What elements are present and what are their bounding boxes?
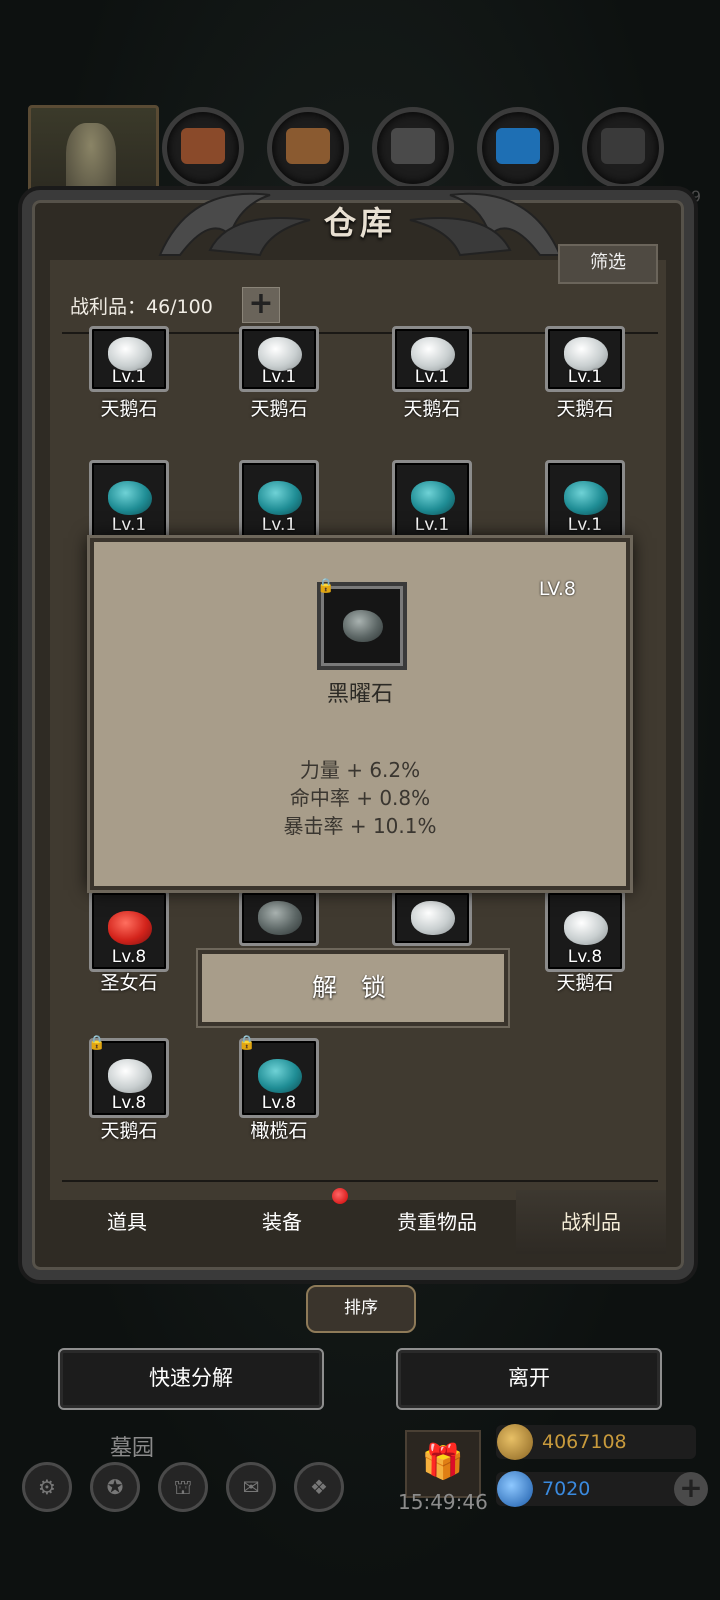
gift-box-icon[interactable]: 🎁	[405, 1430, 481, 1498]
item-name: 天鹅石	[100, 398, 158, 420]
item-preview: 🔒	[317, 578, 407, 670]
mail-icon[interactable]: ✉	[226, 1462, 276, 1512]
divider	[62, 1180, 658, 1182]
add-gems-button[interactable]: +	[674, 1472, 708, 1506]
stat-line: 命中率 + 0.8%	[289, 786, 431, 810]
gold-icon	[497, 1424, 533, 1460]
lock-icon: 🔒	[238, 1035, 256, 1051]
item-slot[interactable]	[392, 890, 472, 946]
tab-props[interactable]: 道具	[52, 1190, 202, 1254]
item-name: 天鹅石	[100, 1120, 158, 1142]
ore-icon[interactable]	[582, 107, 664, 189]
gold-amount: 4067108	[542, 1431, 627, 1453]
area-name: 墓园	[110, 1436, 155, 1461]
item-slot[interactable]: Lv.1	[545, 460, 625, 540]
map-icon[interactable]: ❖	[294, 1462, 344, 1512]
item-slot[interactable]: Lv.1	[89, 326, 169, 392]
item-slot[interactable]: Lv.1	[392, 326, 472, 392]
filter-button[interactable]: 筛选	[558, 244, 658, 284]
item-detail-popup: LV.8 🔒 黑曜石 力量 + 6.2% 命中率 + 0.8% 暴击率 + 10…	[90, 538, 630, 890]
notification-dot	[332, 1188, 348, 1204]
item-slot[interactable]: 🔒 Lv.8	[88, 1035, 169, 1118]
sort-button[interactable]: 排序	[306, 1285, 416, 1333]
item-name: 天鹅石	[556, 972, 614, 994]
lock-icon: 🔒	[317, 578, 335, 594]
item-name: 天鹅石	[250, 398, 308, 420]
stat-line: 力量 + 6.2%	[299, 758, 421, 782]
item-slot[interactable]: Lv.8	[89, 890, 169, 972]
gate-icon[interactable]: ⛫	[158, 1462, 208, 1512]
item-name: 橄榄石	[250, 1120, 308, 1142]
item-level: LV.8	[538, 578, 576, 600]
unlock-button[interactable]: 解 锁	[198, 950, 508, 1026]
item-title: 黑曜石	[326, 682, 393, 707]
item-slot[interactable]: Lv.1	[545, 326, 625, 392]
item-name: 圣女石	[100, 972, 158, 994]
stat-line: 暴击率 + 10.1%	[283, 814, 437, 838]
item-name: 天鹅石	[556, 398, 614, 420]
item-slot[interactable]: Lv.8	[545, 890, 625, 972]
settings-icon[interactable]: ⚙	[22, 1462, 72, 1512]
tab-valuables[interactable]: 贵重物品	[362, 1190, 512, 1254]
item-slot[interactable]: 🔒 Lv.8	[238, 1035, 319, 1118]
category-tabs: 道具 装备 贵重物品 战利品	[52, 1190, 666, 1254]
item-slot[interactable]: Lv.1	[89, 460, 169, 540]
item-slot[interactable]: Lv.1	[392, 460, 472, 540]
angel-statue-icon	[66, 123, 116, 198]
achievement-icon[interactable]: ✪	[90, 1462, 140, 1512]
item-slot[interactable]: Lv.1	[239, 326, 319, 392]
countdown-timer: 15:49:46	[398, 1490, 488, 1514]
leave-button[interactable]: 离开	[396, 1348, 662, 1410]
expand-capacity-button[interactable]: +	[242, 287, 280, 323]
lock-icon: 🔒	[88, 1035, 106, 1051]
item-slot[interactable]	[239, 890, 319, 946]
tab-loot[interactable]: 战利品	[516, 1190, 666, 1254]
item-slot[interactable]: Lv.1	[239, 460, 319, 540]
gem-icon	[497, 1471, 533, 1507]
loot-count: 战利品：46/100	[70, 296, 213, 318]
obsidian-icon	[343, 610, 383, 642]
page-title: 仓库	[323, 204, 396, 242]
quick-dismantle-button[interactable]: 快速分解	[58, 1348, 324, 1410]
gem-amount: 7020	[542, 1478, 591, 1500]
item-name: 天鹅石	[403, 398, 461, 420]
